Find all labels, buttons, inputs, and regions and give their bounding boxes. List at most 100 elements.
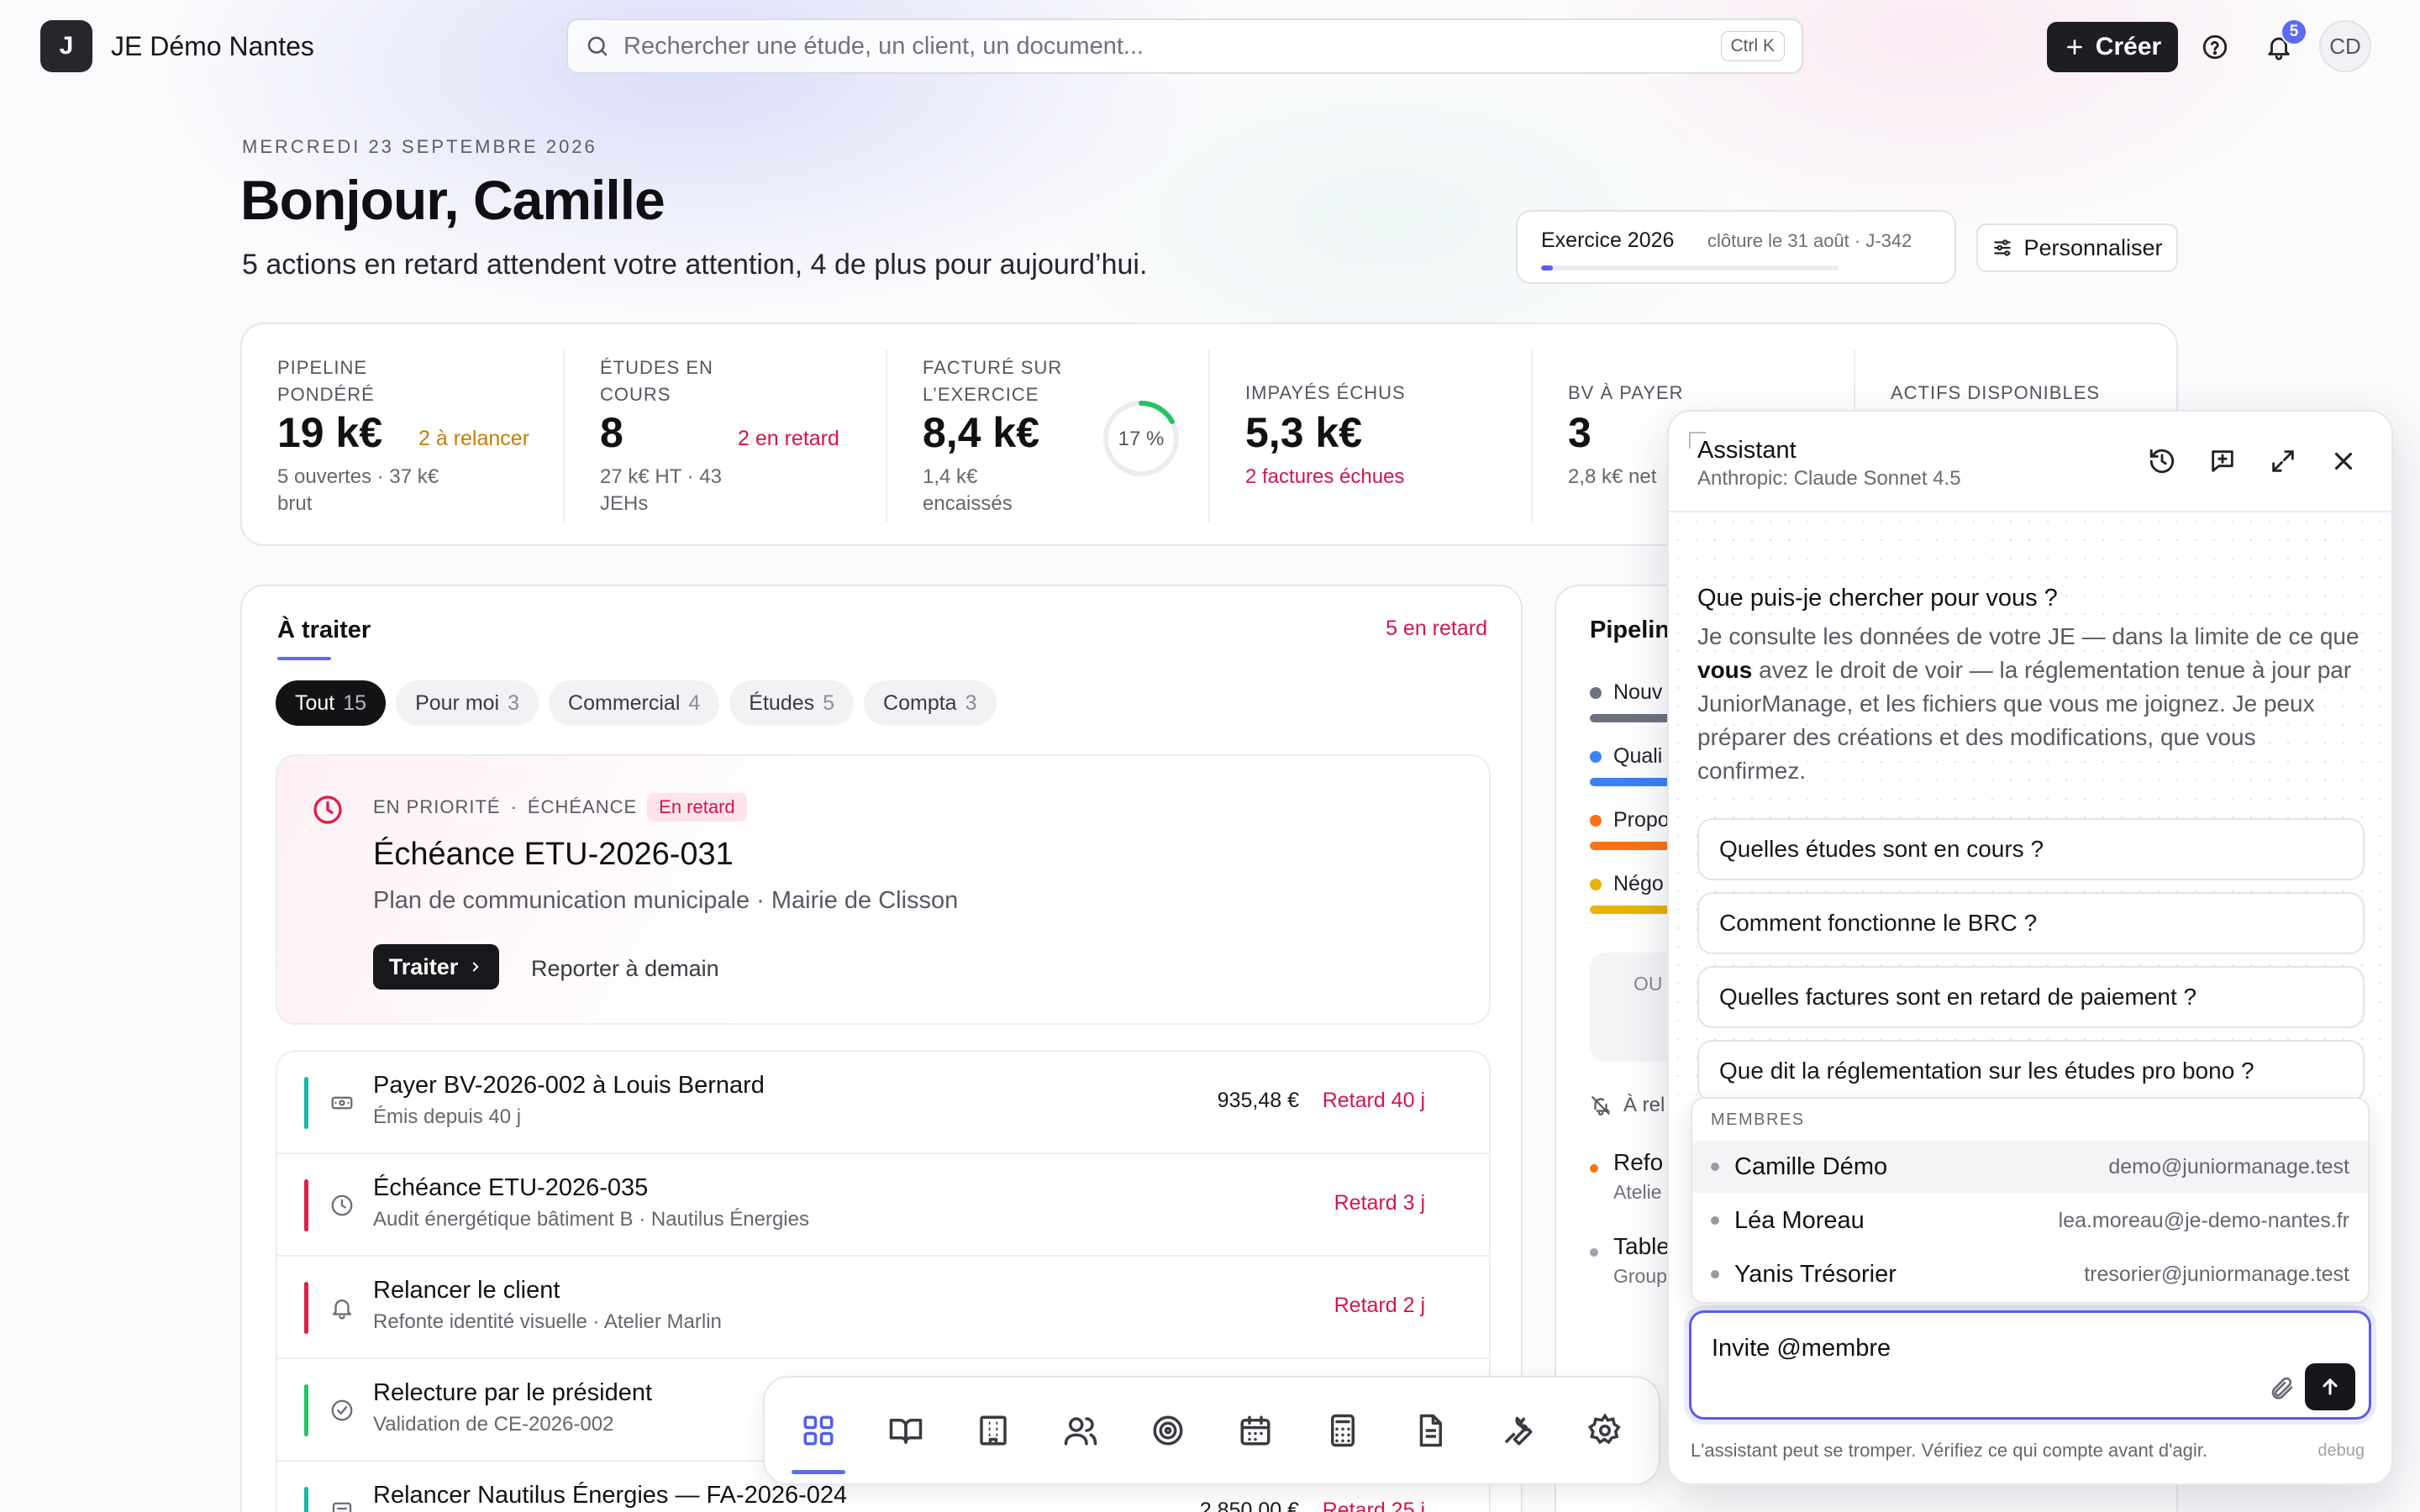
stage-dot	[1590, 686, 1602, 699]
stage-dot	[1590, 750, 1602, 763]
priority-title: Échéance ETU-2026-031	[373, 837, 734, 872]
create-button[interactable]: Créer	[2047, 22, 2178, 72]
target-icon[interactable]	[1146, 1409, 1190, 1452]
new-chat-icon[interactable]	[2208, 447, 2237, 475]
member-option[interactable]: Yanis Trésorier tresorier@juniormanage.te…	[1692, 1248, 2368, 1300]
search-placeholder: Rechercher une étude, un client, un docu…	[623, 32, 1144, 60]
kpi-ongoing-studies[interactable]: ÉTUDES EN COURS 8 2 en retard 27 k€ HT ·…	[565, 324, 887, 544]
assistant-message-input[interactable]: Invite @membre	[1689, 1310, 2371, 1420]
users-icon[interactable]	[1059, 1409, 1102, 1452]
calculator-icon[interactable]	[1321, 1409, 1365, 1452]
priority-card[interactable]: EN PRIORITÉ · ÉCHÉANCE En retard Échéanc…	[276, 754, 1491, 1025]
chip-count: 3	[508, 690, 520, 715]
filter-chip-accounting[interactable]: Compta 3	[864, 680, 997, 726]
pipeline-item[interactable]: Refo Atelie	[1590, 1149, 1663, 1204]
kpi-label: PIPELINE PONDÉRÉ	[277, 357, 375, 405]
suggestion-button[interactable]: Comment fonctionne le BRC ?	[1697, 892, 2365, 954]
pipeline-stage[interactable]: Négo	[1590, 872, 1664, 896]
filter-chip-commercial[interactable]: Commercial 4	[549, 680, 720, 726]
member-email: tresorier@juniormanage.test	[2084, 1262, 2349, 1286]
kpi-weighted-pipeline[interactable]: PIPELINE PONDÉRÉ 19 k€ 2 à relancer 5 ou…	[242, 324, 565, 544]
pipeline-stage[interactable]: Propo	[1590, 808, 1670, 832]
suggestion-button[interactable]: Quelles études sont en cours ?	[1697, 818, 2365, 880]
app-name[interactable]: JE Démo Nantes	[111, 31, 314, 62]
calendar-icon[interactable]	[1234, 1409, 1277, 1452]
suggestion-button[interactable]: Quelles factures sont en retard de paiem…	[1697, 966, 2365, 1028]
member-option[interactable]: Léa Moreau lea.moreau@je-demo-nantes.fr	[1692, 1194, 2368, 1247]
customize-button[interactable]: Personnaliser	[1976, 223, 2178, 272]
search-input[interactable]: Rechercher une étude, un client, un docu…	[566, 18, 1803, 74]
send-button[interactable]	[2305, 1363, 2355, 1410]
assistant-title: Assistant	[1697, 437, 1797, 464]
meta-separator: ·	[510, 796, 518, 817]
chip-label: Compta	[883, 690, 957, 715]
task-row[interactable]: Payer BV-2026-002 à Louis Bernard Émis de…	[277, 1052, 1489, 1154]
kpi-unpaid[interactable]: IMPAYÉS ÉCHUS 5,3 k€ 2 factures échues	[1210, 324, 1533, 544]
pipeline-reminders-label: À rel	[1623, 1094, 1665, 1116]
avatar[interactable]: CD	[2319, 20, 2371, 72]
expand-icon[interactable]	[2269, 447, 2297, 475]
kpi-side-note: 2 à relancer	[418, 427, 530, 450]
priority-tag: EN PRIORITÉ	[373, 796, 501, 817]
assistant-intro: Je consulte les données de votre JE — da…	[1697, 620, 2361, 788]
document-icon[interactable]	[1408, 1409, 1452, 1452]
book-icon[interactable]	[884, 1409, 928, 1452]
chevron-right-icon	[468, 959, 483, 974]
close-icon[interactable]	[2329, 447, 2358, 475]
dashboard-icon[interactable]	[792, 1409, 845, 1474]
page-subtitle: 5 actions en retard attendent votre atte…	[242, 249, 1148, 281]
todo-title: À traiter	[277, 617, 371, 643]
bell-icon	[329, 1295, 355, 1320]
stage-dot	[1590, 814, 1602, 827]
treat-button[interactable]: Traiter	[373, 944, 499, 990]
filter-chip-all[interactable]: Tout 15	[276, 680, 387, 726]
member-option[interactable]: Camille Démo demo@juniormanage.test	[1692, 1141, 2368, 1193]
kpi-label: FACTURÉ SUR L’EXERCICE	[923, 357, 1063, 405]
task-status-bar	[304, 1077, 308, 1129]
late-count-link[interactable]: 5 en retard	[1386, 617, 1487, 641]
member-mention-dropdown: MEMBRES Camille Démo demo@juniormanage.te…	[1691, 1097, 2370, 1304]
pipeline-item[interactable]: Table Group	[1590, 1233, 1670, 1288]
assistant-panel: Assistant Anthropic: Claude Sonnet 4.5 Q…	[1667, 410, 2393, 1485]
pipeline-stage[interactable]: Nouv	[1590, 680, 1662, 705]
stage-label: Propo	[1613, 808, 1670, 832]
task-row[interactable]: Échéance ETU-2026-035 Audit énergétique b…	[277, 1154, 1489, 1257]
wrench-icon[interactable]	[1496, 1409, 1539, 1452]
filter-chip-studies[interactable]: Études 5	[729, 680, 855, 726]
debug-link[interactable]: debug	[2317, 1441, 2365, 1461]
message-text: Invite @membre	[1712, 1335, 1891, 1362]
member-email: demo@juniormanage.test	[2108, 1154, 2349, 1179]
chip-count: 4	[688, 690, 701, 715]
help-icon[interactable]	[2195, 27, 2235, 67]
suggestion-button[interactable]: Que dit la réglementation sur les études…	[1697, 1040, 2365, 1102]
task-status-bar	[304, 1384, 308, 1436]
task-amount: 2 850,00 €	[1199, 1499, 1299, 1512]
paperclip-icon[interactable]	[2268, 1375, 2295, 1402]
task-subtitle: Validation de CE-2026-002	[373, 1413, 614, 1436]
building-icon[interactable]	[971, 1409, 1015, 1452]
clock-icon	[329, 1193, 355, 1218]
task-row[interactable]: Relancer le client Refonte identité visue…	[277, 1257, 1489, 1359]
pipeline-stage[interactable]: Quali	[1590, 744, 1662, 769]
exercise-selector[interactable]: Exercice 2026 clôture le 31 août · J-342	[1516, 210, 1956, 284]
filter-chips: Tout 15 Pour moi 3 Commercial 4 Études 5 Com…	[276, 680, 997, 726]
plus-icon	[2064, 36, 2086, 58]
app-logo[interactable]: J	[40, 20, 92, 72]
task-delay: Retard 2 j	[1334, 1294, 1425, 1317]
payment-icon	[329, 1090, 355, 1116]
stage-label: Négo	[1613, 872, 1664, 895]
history-icon[interactable]	[2148, 447, 2176, 475]
kpi-label: ACTIFS DISPONIBLES	[1891, 382, 2101, 403]
stage-label: Nouv	[1613, 680, 1663, 704]
task-status-bar	[304, 1487, 308, 1512]
exercise-progress-bar	[1541, 265, 1839, 270]
task-title: Relancer Nautilus Énergies — FA-2026-024	[373, 1482, 848, 1509]
kpi-sub: 2 factures échues	[1245, 465, 1405, 488]
filter-chip-for-me[interactable]: Pour moi 3	[396, 680, 539, 726]
settings-icon[interactable]	[1583, 1409, 1627, 1452]
task-amount: 935,48 €	[1217, 1089, 1299, 1112]
kpi-sub: 27 k€ HT · 43 JEHs	[600, 465, 722, 515]
item-title: Table	[1613, 1233, 1670, 1259]
task-status-bar	[304, 1282, 308, 1334]
postpone-button[interactable]: Reporter à demain	[531, 956, 719, 982]
